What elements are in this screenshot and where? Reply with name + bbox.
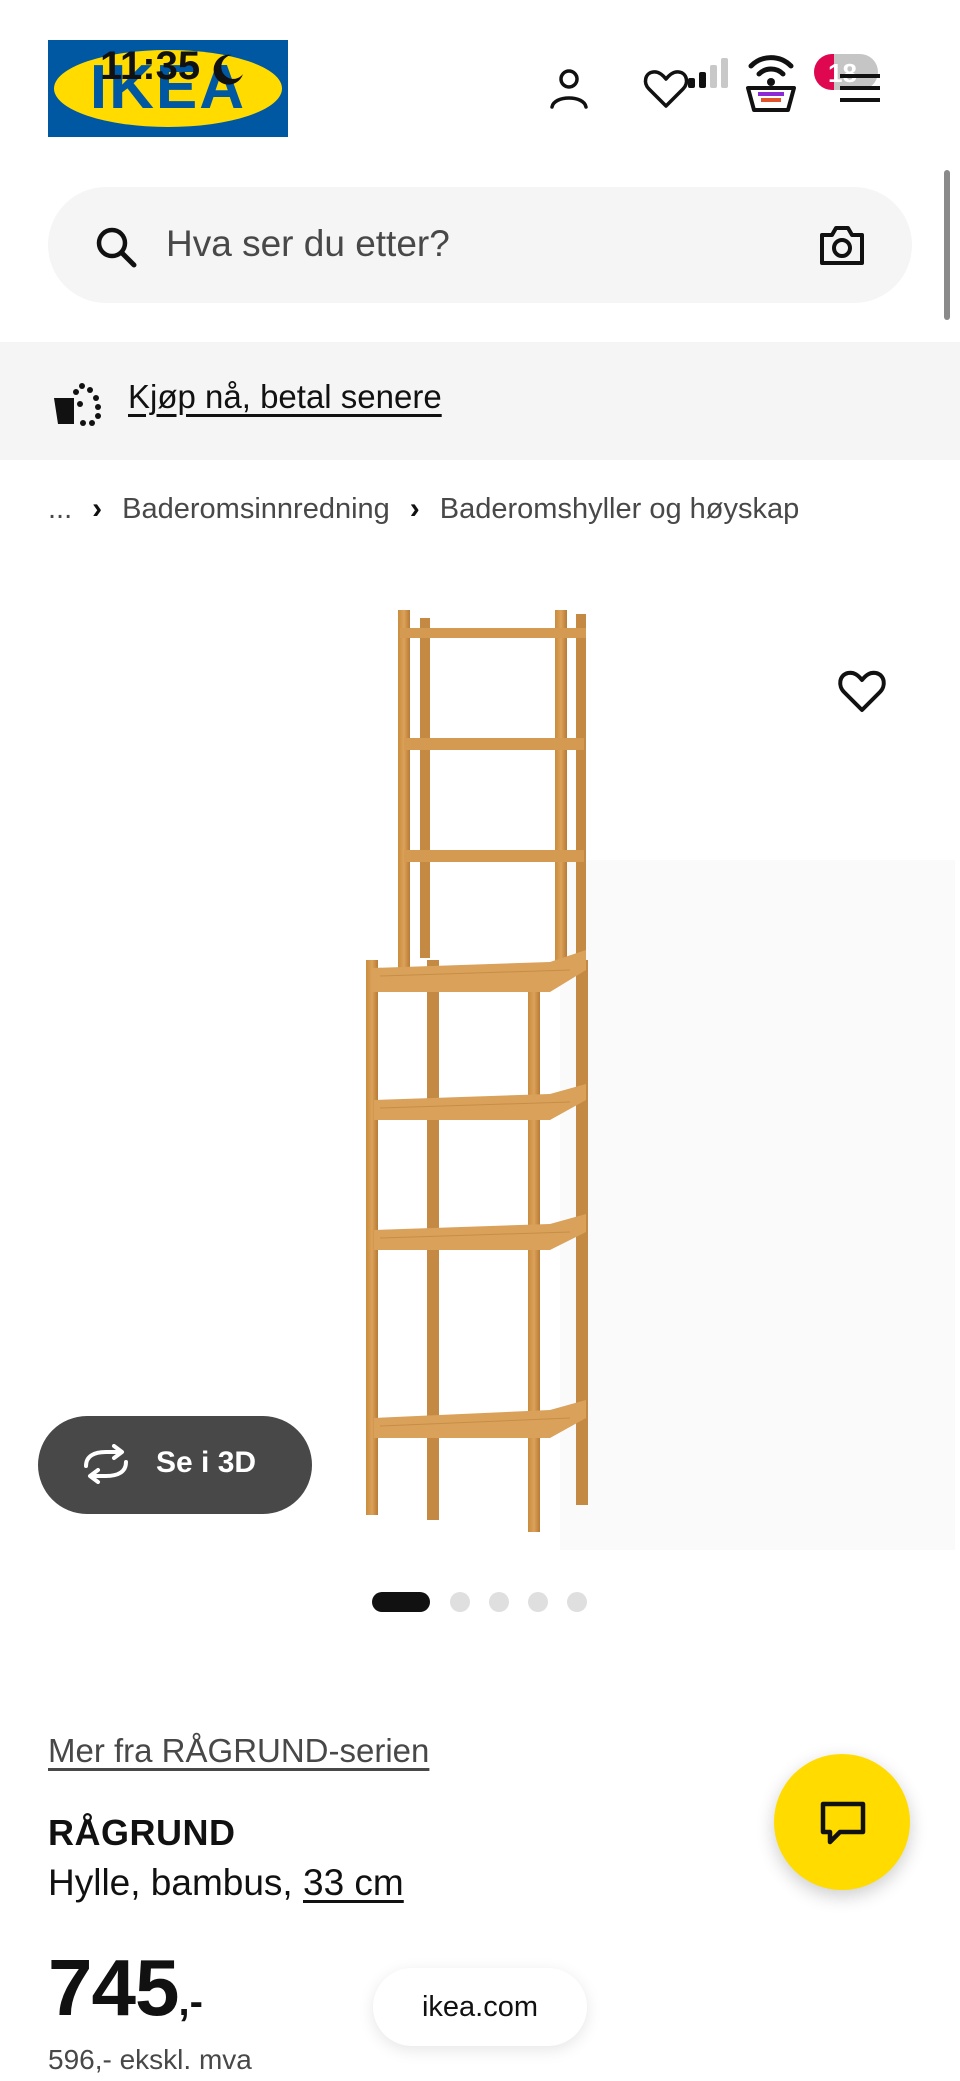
product-image[interactable] <box>350 600 610 1540</box>
gallery-background <box>560 860 955 1550</box>
breadcrumb: ... › Baderomsinnredning › Baderomshyller og… <box>48 492 799 526</box>
camera-icon[interactable] <box>818 223 866 267</box>
rotate-3d-icon <box>84 1444 128 1484</box>
price-integer: 745 <box>48 1943 179 2032</box>
person-icon[interactable] <box>545 64 593 112</box>
pagination-dot-5[interactable] <box>567 1592 587 1612</box>
favourite-heart-icon[interactable] <box>836 664 888 716</box>
series-link[interactable]: Mer fra RÅGRUND-serien <box>48 1732 429 1770</box>
moon-icon <box>213 54 243 85</box>
status-time: 11:35 <box>100 44 201 88</box>
see-in-3d-button[interactable]: Se i 3D <box>38 1416 312 1514</box>
basket-icon[interactable] <box>744 52 798 114</box>
promo-banner: Kjøp nå, betal senere <box>0 342 960 460</box>
gallery-pagination <box>372 1590 592 1612</box>
price-excluding-vat: 596,- ekskl. mva <box>48 2044 252 2075</box>
signal-icon <box>688 58 728 88</box>
pay-later-icon <box>54 383 101 426</box>
breadcrumb-item-bathroom-shelves[interactable]: Baderomshyller og høyskap <box>440 493 799 525</box>
chevron-right-icon: › <box>409 492 420 526</box>
product-description-text: Hylle, bambus, <box>48 1862 303 1903</box>
pagination-dot-4[interactable] <box>528 1592 548 1612</box>
buy-now-pay-later-link[interactable]: Kjøp nå, betal senere <box>128 378 442 416</box>
product-name: RÅGRUND <box>48 1812 236 1853</box>
menu-icon[interactable] <box>840 70 880 106</box>
chevron-right-icon: › <box>92 492 103 526</box>
pagination-dot-3[interactable] <box>489 1592 509 1612</box>
product-description: Hylle, bambus, 33 cm <box>48 1862 404 1904</box>
see-in-3d-label: Se i 3D <box>156 1446 257 1479</box>
search-icon <box>96 227 137 268</box>
chat-button[interactable] <box>774 1754 910 1890</box>
price-decimal: ,- <box>178 1980 203 2024</box>
domain-pill[interactable]: ikea.com <box>373 1968 587 2046</box>
pagination-dot-2[interactable] <box>450 1592 470 1612</box>
product-price: 745,- <box>48 1942 203 2034</box>
search-placeholder: Hva ser du etter? <box>166 223 450 264</box>
breadcrumb-item-bathroom-furniture[interactable]: Baderomsinnredning <box>122 493 390 525</box>
heart-icon[interactable] <box>642 64 690 112</box>
scrollbar[interactable] <box>944 170 950 320</box>
chat-bubble-icon <box>820 1801 866 1845</box>
breadcrumb-ellipsis[interactable]: ... <box>48 493 72 525</box>
pagination-dot-1[interactable] <box>372 1592 430 1612</box>
size-link[interactable]: 33 cm <box>303 1862 404 1903</box>
search-input[interactable]: Hva ser du etter? <box>48 187 912 303</box>
